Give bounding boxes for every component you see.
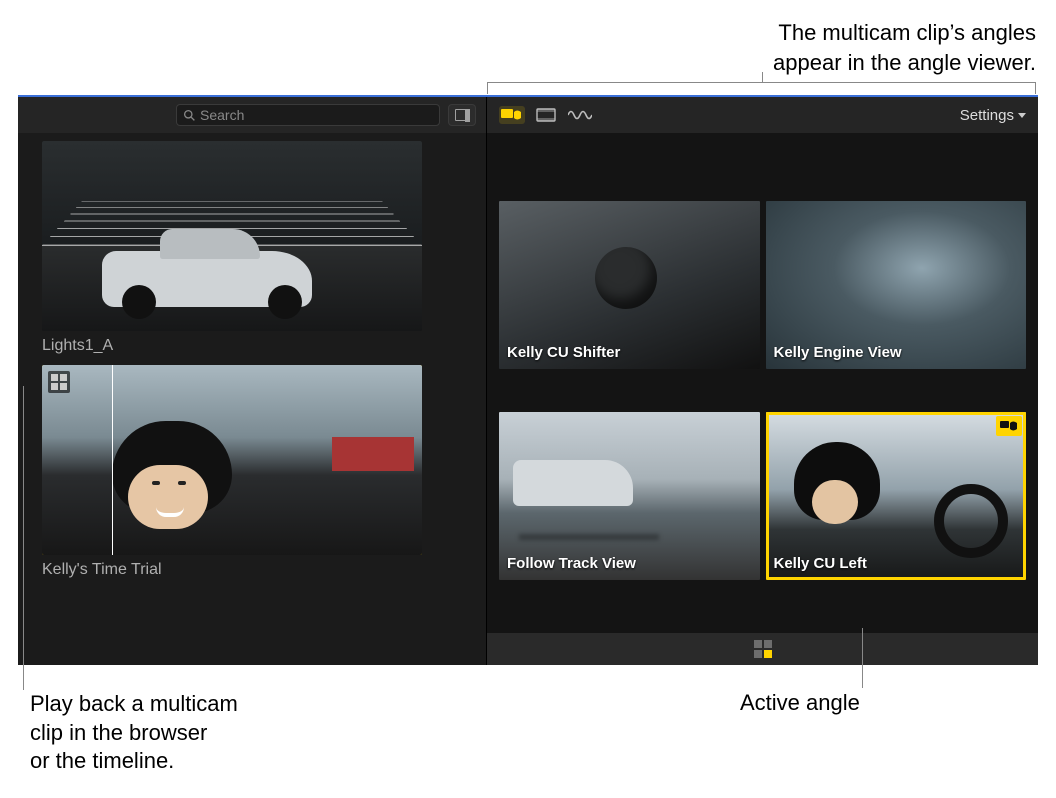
video-only-switch-button[interactable] (533, 106, 559, 124)
angle-grid: Kelly CU Shifter Kelly Engine View Follo… (487, 133, 1038, 633)
angle-tile[interactable]: Follow Track View (499, 412, 760, 580)
playhead-indicator[interactable] (112, 365, 113, 555)
clip-thumbnail[interactable] (42, 141, 422, 331)
clip-render-car (42, 141, 422, 331)
chevron-down-icon (1018, 113, 1026, 118)
callout-bottom-right: Active angle (740, 690, 860, 716)
video-audio-switch-button[interactable] (499, 106, 525, 124)
callout-leader-line (862, 628, 863, 688)
browser-panel: Search Lights1_A (18, 97, 487, 665)
search-icon (183, 109, 196, 122)
search-input[interactable]: Search (176, 104, 440, 126)
clip-render-driver (42, 365, 422, 555)
app-window: Search Lights1_A (18, 95, 1038, 665)
angle-viewer: Settings Kelly CU Shifter Kelly Engine V… (487, 97, 1038, 665)
audio-only-switch-button[interactable] (567, 106, 593, 124)
clip-item[interactable]: Lights1_A (42, 141, 462, 355)
callout-top-bracket (487, 82, 1036, 94)
active-angle-badge (996, 416, 1022, 436)
layout-toggle-button[interactable] (448, 104, 476, 126)
multicam-icon (48, 371, 70, 393)
clip-thumbnail-selected[interactable] (42, 365, 422, 555)
callout-bl-line2: clip in the browser (30, 719, 290, 748)
clip-label: Lights1_A (42, 337, 462, 355)
angle-tile-active[interactable]: Kelly CU Left (766, 412, 1027, 580)
angle-layout-picker[interactable] (754, 640, 772, 658)
callout-top-stem (762, 72, 763, 82)
angle-label: Follow Track View (507, 555, 636, 572)
viewer-footer (487, 633, 1038, 665)
video-audio-icon (501, 108, 523, 122)
callout-top-line2: appear in the angle viewer. (416, 48, 1036, 78)
browser-toolbar: Search (18, 97, 486, 133)
callout-top: The multicam clip’s angles appear in the… (416, 18, 1036, 77)
browser-body: Lights1_A (18, 133, 486, 665)
callout-bl-line1: Play back a multicam (30, 690, 290, 719)
switch-mode-group (499, 106, 593, 124)
search-placeholder: Search (200, 107, 244, 123)
video-audio-icon (1000, 420, 1018, 432)
settings-dropdown[interactable]: Settings (960, 107, 1026, 124)
clip-label: Kelly's Time Trial (42, 561, 462, 579)
callout-leader-line (23, 386, 24, 690)
angle-label: Kelly CU Shifter (507, 344, 620, 361)
angle-tile[interactable]: Kelly Engine View (766, 201, 1027, 369)
angle-label: Kelly Engine View (774, 344, 902, 361)
audio-only-icon (568, 108, 592, 122)
callout-bl-line3: or the timeline. (30, 747, 290, 776)
callout-top-line1: The multicam clip’s angles (416, 18, 1036, 48)
callout-bottom-left: Play back a multicam clip in the browser… (30, 690, 290, 776)
angle-tile[interactable]: Kelly CU Shifter (499, 201, 760, 369)
panel-layout-icon (455, 109, 469, 121)
viewer-toolbar: Settings (487, 97, 1038, 133)
angle-label: Kelly CU Left (774, 555, 867, 572)
video-only-icon (536, 108, 556, 122)
settings-label: Settings (960, 107, 1014, 124)
clip-item[interactable]: Kelly's Time Trial (42, 365, 462, 579)
